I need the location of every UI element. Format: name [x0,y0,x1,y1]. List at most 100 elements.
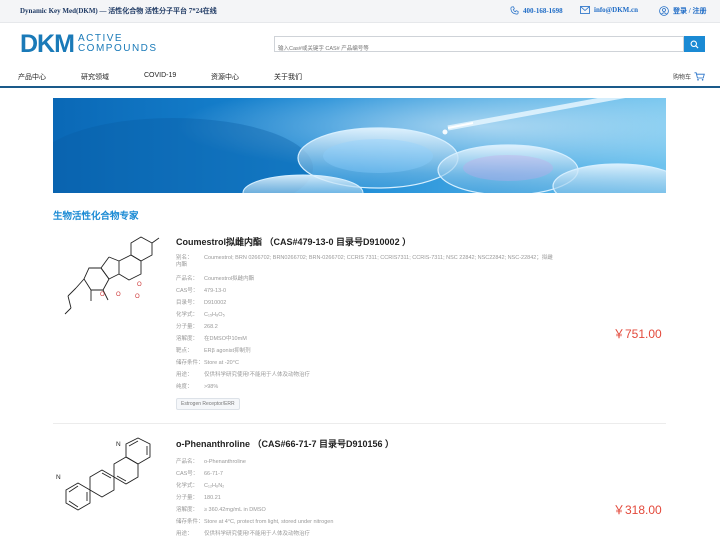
spec-cas: CAS号： 479-13-0 [176,288,226,295]
search-icon [690,40,699,49]
spec-label: 靶点： [176,348,193,354]
spec-alias: 别名： Coumestrol; BRN 0266702; BRN0266702; … [176,255,556,269]
spec-label: 用途： [176,372,193,378]
spec-solubility: 溶解度： 在DMSO中10mM [176,336,247,343]
product-price: ￥318.00 [613,503,662,517]
svg-text:N: N [116,441,121,448]
spec-label: 别名： [176,255,193,261]
spec-label: 目录号： [176,300,199,306]
spec-label: 产品名： [176,276,199,282]
spec-label: 化学式： [176,312,199,318]
spec-value: C₁₅H₈O₅ [204,312,225,318]
spec-product-name: 产品名： o-Phenanthroline [176,459,246,466]
spec-value: 在DMSO中10mM [204,336,247,342]
top-bar: Dynamic Key Med(DKM) — 活性化合物 活性分子平台 7*24… [0,0,720,23]
spec-value: 66-71-7 [204,471,223,477]
site-logo[interactable]: DKM ACTIVE COMPOUNDS [20,30,158,58]
search-box [274,36,684,56]
svg-text:O: O [137,282,142,288]
svg-text:N: N [56,474,61,481]
spec-label: 纯度： [176,384,193,390]
spec-value: 仅供科学研究使用!不能用于人体及动物治疗 [204,372,311,378]
spec-label: 溶解度： [176,336,199,342]
phone-icon [510,6,519,15]
spec-value: ERβ agonist抑制剂 [204,348,251,354]
spec-cas: CAS号： 66-71-7 [176,471,223,478]
main-nav: 产品中心 研究领域 COVID-19 资源中心 关于我们 购物车 [0,66,720,88]
spec-mw: 分子量： 180.21 [176,495,221,502]
cart-label[interactable]: 购物车 [673,72,691,81]
spec-label: 化学式： [176,483,199,489]
phone-contact[interactable]: 400-168-1698 [510,6,563,15]
spec-usage: 用途： 仅供科学研究使用!不能用于人体及动物治疗 [176,531,310,538]
spec-usage: 用途： 仅供科学研究使用!不能用于人体及动物治疗 [176,372,310,379]
logo-line2: COMPOUNDS [77,43,158,54]
search-input[interactable] [275,42,681,56]
spec-storage: 储存条件：Store at 4°C, protect from light, s… [176,519,333,526]
spec-value: D910002 [204,300,227,306]
login-register-link[interactable]: 登录 / 注册 [659,6,706,16]
spec-value: >98% [204,384,219,390]
site-tagline: Dynamic Key Med(DKM) — 活性化合物 活性分子平台 7*24… [20,7,217,15]
email-address[interactable]: info@DKM.cn [594,6,638,14]
svg-text:O: O [100,292,105,298]
spec-label: CAS号： [176,471,199,477]
cart-link[interactable]: 购物车 [673,72,705,81]
spec-purity: 纯度： >98% [176,384,218,391]
svg-text:O: O [116,292,121,298]
spec-value: Coumestrol; BRN 0266702; BRN0266702; BRN… [176,255,553,268]
spec-label: 分子量： [176,495,199,501]
nav-item-research[interactable]: 研究领域 [81,72,109,82]
spec-label: 溶解度： [176,507,199,513]
spec-value: Coumestrol拟雌内酯 [204,276,255,282]
spec-value: Store at -20°C [204,360,239,366]
spec-value: C₁₂H₈N₂ [204,483,225,489]
mail-icon [580,6,590,14]
spec-value: 479-13-0 [204,288,227,294]
svg-text:O: O [135,294,140,300]
coumestrol-structure-image[interactable]: O O O O [53,230,168,320]
spec-value: 268.2 [204,324,218,330]
nav-item-resources[interactable]: 资源中心 [211,72,239,82]
spec-solubility: 溶解度： ≥ 360.42mg/mL in DMSO [176,507,266,514]
spec-label: 用途： [176,531,193,537]
product-name[interactable]: Coumestrol拟雌内酯 （CAS#479-13-0 目录号D910002 … [176,235,411,248]
search-button[interactable] [684,36,705,52]
spec-catalog: 目录号： D910002 [176,300,226,307]
spec-formula: 化学式： C₁₅H₈O₅ [176,312,225,319]
product-price: ￥751.00 [613,327,662,341]
target-tag[interactable]: Estrogen Receptor/ERR [176,398,240,410]
spec-storage: 储存条件：Store at -20°C [176,360,239,367]
product-name[interactable]: o-Phenanthroline （CAS#66-71-7 目录号D910156… [176,437,394,450]
spec-value: 仅供科学研究使用!不能用于人体及动物治疗 [204,531,311,537]
spec-product-name: 产品名： Coumestrol拟雌内酯 [176,276,254,283]
cart-icon [694,72,705,81]
nav-item-covid[interactable]: COVID-19 [144,72,176,79]
logo-subtitle: ACTIVE COMPOUNDS [78,34,158,54]
spec-value: o-Phenanthroline [204,459,246,465]
nav-item-products[interactable]: 产品中心 [18,72,46,82]
spec-label: CAS号： [176,288,199,294]
logo-mark: DKM [20,30,75,58]
spec-label: 分子量： [176,324,199,330]
hero-banner [53,98,666,193]
spec-formula: 化学式： C₁₂H₈N₂ [176,483,224,490]
login-register-label[interactable]: 登录 / 注册 [673,6,706,16]
phenanthroline-structure-image[interactable]: N N [53,434,168,516]
nav-item-about[interactable]: 关于我们 [274,72,302,82]
spec-target: 靶点： ERβ agonist抑制剂 [176,348,251,355]
email-contact[interactable]: info@DKM.cn [580,6,638,14]
spec-value: 180.21 [204,495,221,501]
spec-label: 储存条件： [176,360,204,366]
lab-banner-image [53,98,666,193]
spec-label: 产品名： [176,459,199,465]
phone-number[interactable]: 400-168-1698 [523,7,563,15]
product-card[interactable]: N N o-Phenanthroline （CAS#66-71-7 目录号D91… [53,430,666,540]
spec-value: ≥ 360.42mg/mL in DMSO [204,507,266,513]
header: DKM ACTIVE COMPOUNDS [0,23,720,65]
section-title: 生物活性化合物专家 [53,211,139,222]
spec-mw: 分子量： 268.2 [176,324,218,331]
spec-value: Store at 4°C, protect from light, stored… [204,519,334,525]
product-card[interactable]: O O O O Coumestrol拟雌内酯 （CAS#479-13-0 目录号… [53,228,666,418]
spec-label: 储存条件： [176,519,204,525]
